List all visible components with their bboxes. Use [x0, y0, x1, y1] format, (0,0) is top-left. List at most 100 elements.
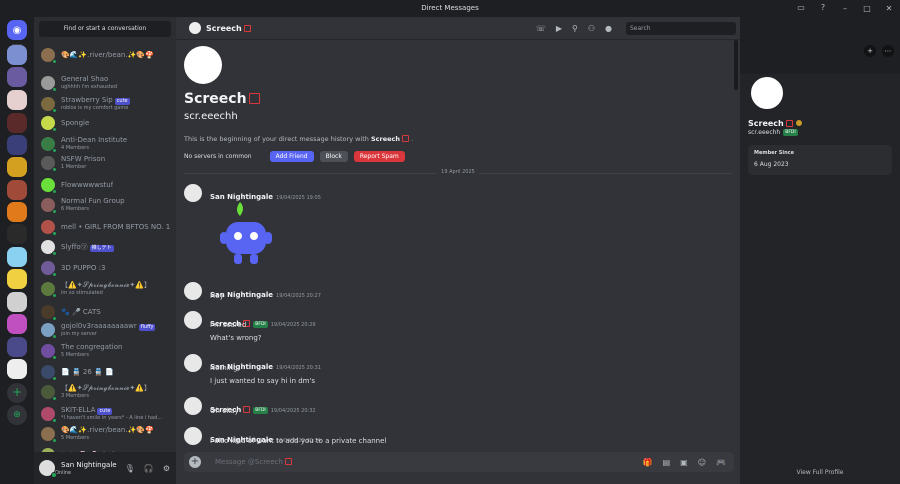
title-bar: Direct Messages ▭ ? – □ ✕	[0, 0, 900, 17]
gif-icon[interactable]: ▤	[663, 458, 671, 467]
clan-tag-badge[interactable]: 推しテト	[89, 244, 114, 252]
dm-list-item[interactable]: 🎨🌊✨.river/bean.✨🎨🍄	[38, 45, 172, 65]
server-icon[interactable]	[7, 157, 27, 177]
sticker-icon[interactable]: ▣	[680, 458, 688, 467]
scrollbar[interactable]	[734, 40, 738, 90]
dm-list-item[interactable]: 📄 🚆 26 🚆 📄	[38, 362, 172, 382]
server-icon[interactable]	[7, 135, 27, 155]
message-input[interactable]: Message @Screech	[215, 458, 292, 466]
headphones-icon[interactable]: 🎧	[144, 464, 154, 473]
avatar[interactable]	[184, 311, 202, 329]
dm-list-item[interactable]: Anti-Dean Institute 4 Members	[38, 134, 172, 154]
server-icon[interactable]	[7, 359, 27, 379]
add-friends-to-dm-icon[interactable]: ⚇	[588, 24, 595, 33]
add-friend-button[interactable]: Add Friend	[269, 151, 314, 162]
dm-name: mell • GIRL FROM BFTOS NO. 1	[61, 223, 170, 232]
server-tag-badge[interactable]: BFDI	[783, 129, 798, 136]
dm-name: Flowwwwwstuf	[61, 181, 113, 190]
voice-call-icon[interactable]: ☏	[536, 24, 546, 33]
server-icon[interactable]	[7, 180, 27, 200]
server-icon[interactable]	[7, 67, 27, 87]
server-tag-badge[interactable]: BFDI	[253, 407, 268, 414]
avatar[interactable]	[184, 397, 202, 415]
dm-name: 🐾 🎤 CATS	[61, 308, 101, 317]
dm-list-item[interactable]: Flowwwwwstuf	[38, 175, 172, 195]
server-icon[interactable]	[7, 269, 27, 289]
message-text: I'm scared	[210, 321, 247, 329]
avatar[interactable]	[184, 184, 202, 202]
server-icon[interactable]	[7, 202, 27, 222]
server-icon[interactable]	[7, 292, 27, 312]
server-icon[interactable]	[7, 90, 27, 110]
dm-name-text: Anti-Dean Institute	[61, 136, 128, 144]
avatar[interactable]	[189, 22, 201, 34]
dm-name: General Shao	[61, 75, 117, 84]
dm-list-item[interactable]: 3D PUPPO :3	[38, 258, 172, 278]
dm-list-item[interactable]: Slyffo㋡ 推しテト	[38, 237, 172, 257]
clan-tag-badge[interactable]: cute	[97, 408, 113, 415]
server-icon[interactable]	[7, 45, 27, 65]
anger-emoji-icon	[402, 135, 410, 142]
dm-list-item[interactable]: Spongie	[38, 113, 172, 133]
find-conversation-input[interactable]: Find or start a conversation	[39, 21, 171, 37]
dm-name-text: 【⚠️✦𝓢𝓹𝓻𝓲𝓷𝓰𝓫𝓸𝓷𝓷𝓲𝓮✦⚠️】	[61, 281, 151, 289]
server-tag-badge[interactable]: BFDI	[253, 321, 268, 328]
help-icon[interactable]: ?	[818, 2, 828, 12]
clan-tag-badge[interactable]: fluffy	[138, 324, 156, 331]
emoji-icon[interactable]: ☺	[698, 458, 706, 467]
avatar[interactable]	[39, 460, 57, 478]
avatar	[41, 305, 57, 321]
apps-icon[interactable]: 🎮	[716, 458, 726, 467]
server-icon[interactable]	[7, 337, 27, 357]
avatar	[41, 97, 57, 113]
dm-list-item[interactable]: SKIT-ELLA cute *I haven't smile in years* …	[38, 404, 172, 424]
settings-gear-icon[interactable]: ⚙	[163, 464, 170, 473]
dm-list-item[interactable]: Strawberry Sip cute roblox is my comfort g…	[38, 94, 172, 114]
dm-list-item[interactable]: The congregation 5 Members	[38, 341, 172, 361]
user-status: Online	[55, 469, 72, 476]
message-timestamp: 19/04/2025 20:31	[276, 365, 321, 371]
explore-icon[interactable]: ⊕	[7, 405, 27, 425]
pin-icon[interactable]: ⚲	[572, 24, 578, 33]
dm-list-item[interactable]: 🐾 🎤 CATS	[38, 302, 172, 322]
close-button[interactable]: ✕	[878, 0, 900, 17]
dm-list-item[interactable]: NSFW Prison 1 Member	[38, 153, 172, 173]
server-icon[interactable]	[7, 247, 27, 267]
video-call-icon[interactable]: ▶	[556, 24, 562, 33]
server-icon[interactable]	[7, 224, 27, 244]
view-full-profile-link[interactable]: View Full Profile	[740, 469, 900, 476]
dm-list-item[interactable]: General Shao ughhhh i'm exhausted	[38, 73, 172, 93]
server-icon[interactable]	[7, 314, 27, 334]
dm-list-item[interactable]: 【⚠️✦𝓢𝓹𝓻𝓲𝓷𝓰𝓫𝓸𝓷𝓷𝓲𝓮✦⚠️】 im so stimulated	[38, 279, 172, 299]
block-button[interactable]: Block	[319, 151, 348, 162]
dm-name-text: 🎨🌊✨.river/bean.✨🎨🍄	[61, 426, 154, 434]
status-icon	[52, 59, 57, 64]
microphone-icon[interactable]: 🎙	[125, 464, 135, 473]
dm-list-item[interactable]: 【⚠️✦𝓢𝓹𝓻𝓲𝓷𝓰𝓫𝓸𝓷𝓷𝓲𝓮✦⚠️】 3 Members	[38, 382, 172, 402]
dm-list-item[interactable]: mell • GIRL FROM BFTOS NO. 1	[38, 217, 172, 237]
inbox-icon[interactable]: ▭	[796, 2, 806, 12]
server-icon[interactable]	[7, 113, 27, 133]
add-friend-icon[interactable]: +	[864, 45, 876, 57]
avatar[interactable]	[748, 74, 786, 112]
dm-list-item[interactable]: 🎨🌊✨.river/bean.✨🎨🍄 5 Members	[38, 424, 172, 444]
avatar[interactable]	[184, 282, 202, 300]
more-options-icon[interactable]: ⋯	[882, 45, 894, 57]
user-profile-icon[interactable]: ●	[605, 24, 612, 33]
search-input[interactable]: Search	[626, 22, 736, 35]
avatar[interactable]	[184, 427, 202, 445]
dm-subtitle: 6 Members	[61, 206, 89, 212]
add-attachment-icon[interactable]: +	[189, 456, 201, 468]
maximize-button[interactable]: □	[856, 0, 878, 17]
avatar[interactable]	[184, 354, 202, 372]
gift-icon[interactable]: 🎁	[643, 458, 653, 467]
minimize-button[interactable]: –	[834, 0, 856, 17]
dm-name: 【⚠️✦𝓢𝓹𝓻𝓲𝓷𝓰𝓫𝓸𝓷𝓷𝓲𝓮✦⚠️】	[61, 384, 151, 393]
clan-tag-badge[interactable]: cute	[114, 98, 130, 105]
discord-home-icon[interactable]: ◉	[7, 20, 27, 40]
dm-subtitle: 5 Members	[61, 352, 89, 358]
report-spam-button[interactable]: Report Spam	[353, 151, 405, 162]
dm-list-item[interactable]: gojol0v3raaaaaaaawr fluffy join my server	[38, 320, 172, 340]
add-server-icon[interactable]: +	[7, 383, 27, 403]
dm-list-item[interactable]: Normal Fun Group 6 Members	[38, 195, 172, 215]
